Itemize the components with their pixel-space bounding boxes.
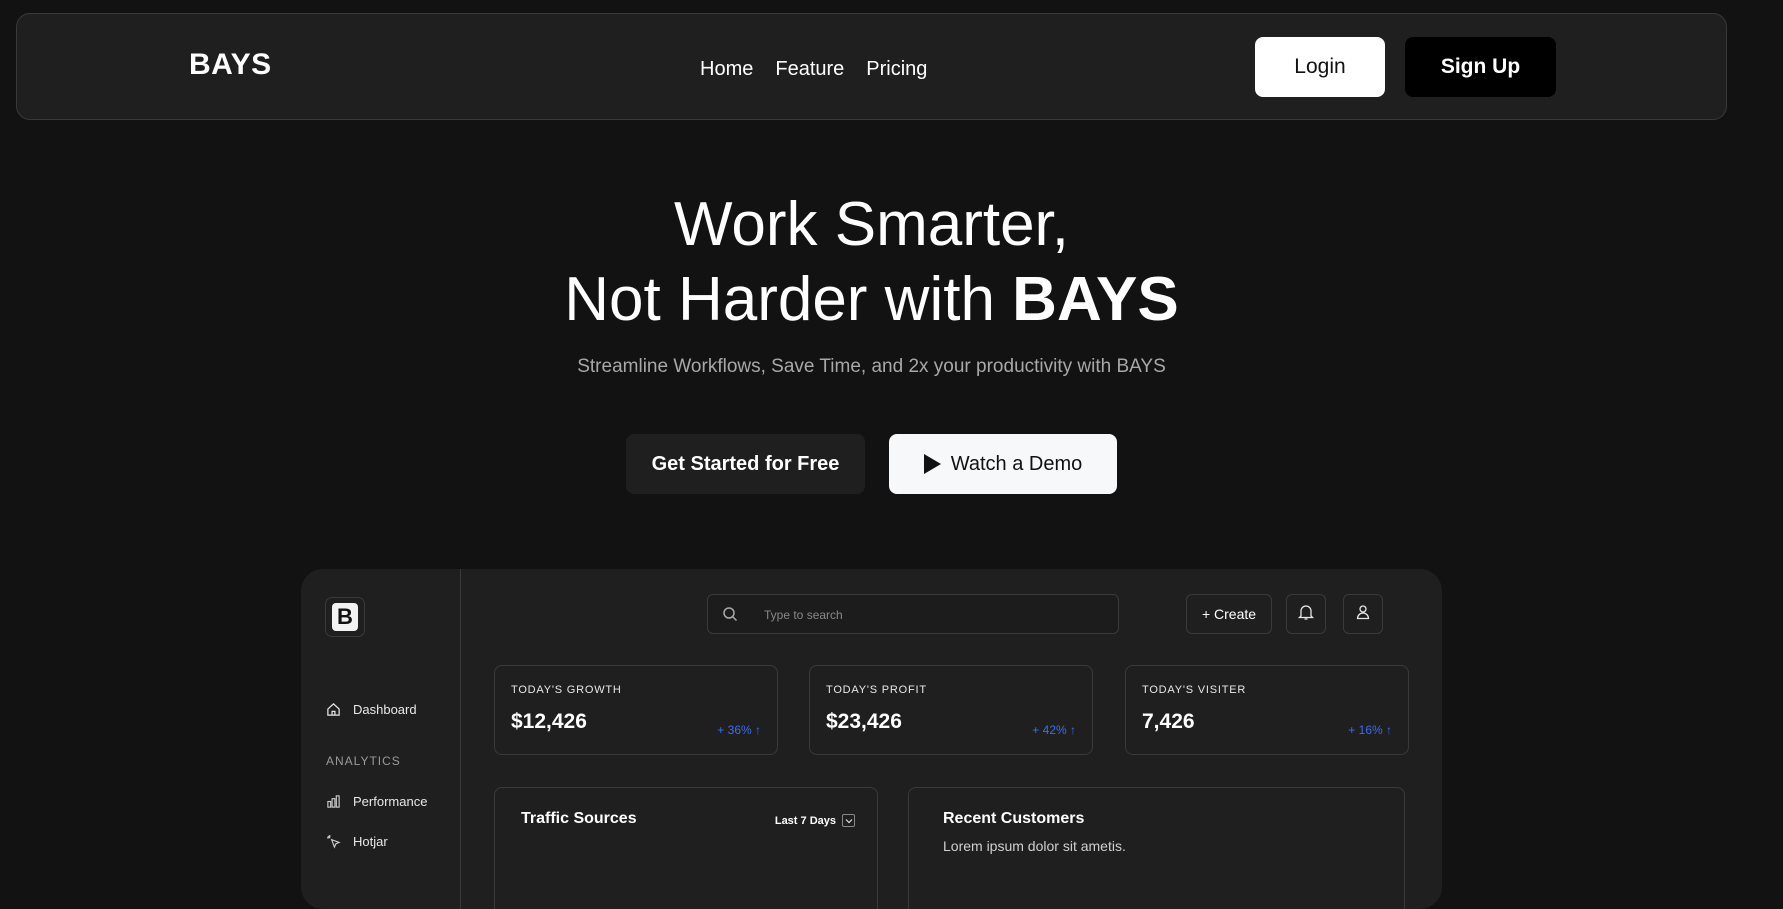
stat-label: TODAY'S PROFIT [826, 684, 927, 696]
stat-change: + 36% ↑ [717, 723, 761, 737]
sidebar-item-hotjar[interactable]: Hotjar [325, 833, 388, 849]
create-button[interactable]: + Create [1186, 594, 1272, 634]
stat-value: $12,426 [511, 710, 587, 733]
chevron-down-icon [842, 814, 855, 827]
notifications-button[interactable] [1286, 594, 1326, 634]
get-started-button[interactable]: Get Started for Free [626, 434, 865, 494]
home-icon [325, 701, 341, 717]
stat-label: TODAY'S VISITER [1142, 684, 1247, 696]
play-icon [923, 454, 941, 474]
search-input[interactable] [764, 603, 1104, 627]
hero-subtitle: Streamline Workflows, Save Time, and 2x … [577, 356, 1166, 377]
nav-link-feature[interactable]: Feature [775, 58, 844, 81]
dashboard-logo[interactable]: B [325, 597, 365, 637]
date-range-label: Last 7 Days [774, 814, 836, 827]
sidebar-item-performance-label: Performance [353, 793, 428, 809]
signup-button[interactable]: Sign Up [1405, 37, 1556, 97]
dashboard-logo-letter: B [332, 603, 358, 631]
sidebar-item-dashboard[interactable]: Dashboard [325, 701, 417, 717]
watch-demo-button[interactable]: Watch a Demo [889, 434, 1117, 494]
stat-value: $23,426 [826, 710, 902, 733]
watch-demo-label: Watch a Demo [950, 452, 1083, 475]
hero-title-line1: Work Smarter, [673, 190, 1070, 259]
bar-chart-icon [325, 793, 341, 809]
hero-title-line2: Not Harder with BAYS [0, 262, 1743, 338]
recent-customers-subtitle: Lorem ipsum dolor sit ametis. [943, 838, 1126, 854]
stat-change: + 42% ↑ [1032, 723, 1076, 737]
hero-title-brand: BAYS [1012, 265, 1179, 334]
sidebar-item-hotjar-label: Hotjar [353, 833, 388, 849]
stat-value: 7,426 [1142, 710, 1195, 733]
search-icon [722, 606, 738, 627]
stat-card-profit: TODAY'S PROFIT $23,426 + 42% ↑ [809, 665, 1093, 755]
recent-customers-panel: Recent Customers Lorem ipsum dolor sit a… [908, 787, 1405, 909]
login-button[interactable]: Login [1255, 37, 1385, 97]
traffic-sources-title: Traffic Sources [521, 810, 637, 827]
nav-link-home[interactable]: Home [700, 58, 753, 81]
stat-card-visitors: TODAY'S VISITER 7,426 + 16% ↑ [1125, 665, 1409, 755]
user-icon [1355, 604, 1371, 625]
dashboard-sidebar: B Dashboard ANALYTICS Performance Hotjar [301, 569, 461, 909]
nav-links: Home Feature Pricing [700, 58, 927, 81]
stat-card-growth: TODAY'S GROWTH $12,426 + 36% ↑ [494, 665, 778, 755]
sidebar-heading-analytics: ANALYTICS [326, 754, 401, 768]
bell-icon [1297, 603, 1315, 626]
traffic-sources-panel: Traffic Sources Last 7 Days [494, 787, 878, 909]
recent-customers-title: Recent Customers [943, 810, 1085, 827]
cursor-click-icon [325, 833, 341, 849]
stat-change: + 16% ↑ [1348, 723, 1392, 737]
nav-link-pricing[interactable]: Pricing [866, 58, 927, 81]
stat-label: TODAY'S GROWTH [511, 684, 622, 696]
date-range-select[interactable]: Last 7 Days [775, 814, 855, 827]
top-navbar: BAYS Home Feature Pricing Login Sign Up [16, 13, 1727, 120]
profile-button[interactable] [1343, 594, 1383, 634]
dashboard-search [707, 594, 1119, 634]
sidebar-item-dashboard-label: Dashboard [353, 701, 417, 717]
sidebar-item-performance[interactable]: Performance [325, 793, 427, 809]
brand-logo[interactable]: BAYS [189, 48, 272, 82]
dashboard-preview: B Dashboard ANALYTICS Performance Hotjar [301, 569, 1442, 909]
hero-title-prefix: Not Harder with [564, 265, 1013, 334]
